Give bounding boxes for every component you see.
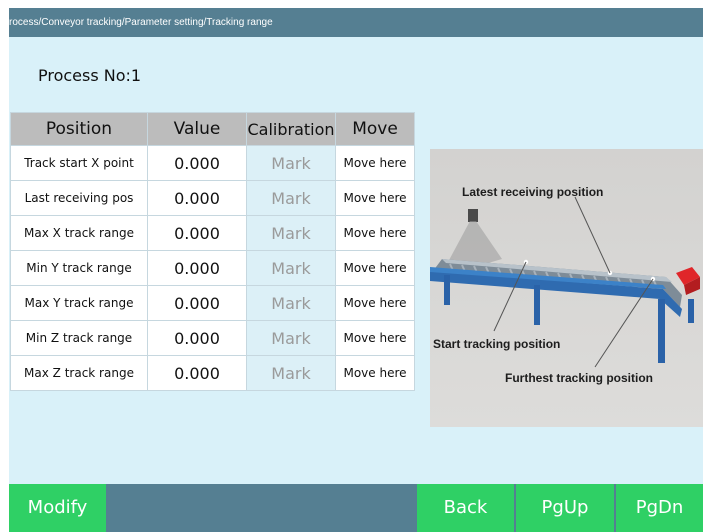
move-here-button[interactable]: Move here: [335, 215, 415, 251]
mark-button[interactable]: Mark: [246, 285, 336, 321]
table-row: Max Y track range 0.000 Mark Move here: [10, 285, 415, 321]
column-header-calibration: Calibration: [246, 112, 336, 146]
label-latest-receiving-position: Latest receiving position: [462, 185, 604, 199]
process-number-label: Process No:1: [38, 66, 142, 85]
move-here-button[interactable]: Move here: [335, 145, 415, 181]
value-field[interactable]: 0.000: [147, 215, 247, 251]
mark-button[interactable]: Mark: [246, 215, 336, 251]
value-field[interactable]: 0.000: [147, 180, 247, 216]
conveyor-tracking-illustration: Latest receiving position Start tracking…: [430, 149, 703, 427]
position-cell: Min Z track range: [10, 320, 148, 356]
modify-button[interactable]: Modify: [9, 484, 106, 532]
column-header-position: Position: [10, 112, 148, 146]
value-field[interactable]: 0.000: [147, 285, 247, 321]
table-row: Last receiving pos 0.000 Mark Move here: [10, 180, 415, 216]
move-here-button[interactable]: Move here: [335, 250, 415, 286]
mark-button[interactable]: Mark: [246, 145, 336, 181]
position-cell: Last receiving pos: [10, 180, 148, 216]
column-header-move: Move: [335, 112, 415, 146]
table-row: Max X track range 0.000 Mark Move here: [10, 215, 415, 251]
move-here-button[interactable]: Move here: [335, 355, 415, 391]
move-here-button[interactable]: Move here: [335, 180, 415, 216]
position-cell: Max Z track range: [10, 355, 148, 391]
table-row: Max Z track range 0.000 Mark Move here: [10, 355, 415, 391]
table-row: Track start X point 0.000 Mark Move here: [10, 145, 415, 181]
page-down-button[interactable]: PgDn: [616, 484, 703, 532]
label-start-tracking-position: Start tracking position: [433, 337, 561, 351]
value-field[interactable]: 0.000: [147, 320, 247, 356]
table-row: Min Z track range 0.000 Mark Move here: [10, 320, 415, 356]
table-row: Min Y track range 0.000 Mark Move here: [10, 250, 415, 286]
mark-button[interactable]: Mark: [246, 355, 336, 391]
mark-button[interactable]: Mark: [246, 320, 336, 356]
position-cell: Max X track range: [10, 215, 148, 251]
value-field[interactable]: 0.000: [147, 355, 247, 391]
move-here-button[interactable]: Move here: [335, 285, 415, 321]
value-field[interactable]: 0.000: [147, 250, 247, 286]
move-here-button[interactable]: Move here: [335, 320, 415, 356]
position-cell: Max Y track range: [10, 285, 148, 321]
value-field[interactable]: 0.000: [147, 145, 247, 181]
back-button[interactable]: Back: [417, 484, 514, 532]
tracking-range-table: Position Value Calibration Move Track st…: [10, 112, 415, 391]
position-cell: Track start X point: [10, 145, 148, 181]
label-furthest-tracking-position: Furthest tracking position: [505, 371, 654, 385]
table-header-row: Position Value Calibration Move: [10, 112, 415, 146]
mark-button[interactable]: Mark: [246, 180, 336, 216]
mark-button[interactable]: Mark: [246, 250, 336, 286]
page-up-button[interactable]: PgUp: [516, 484, 614, 532]
column-header-value: Value: [147, 112, 247, 146]
position-cell: Min Y track range: [10, 250, 148, 286]
breadcrumb: rocess/Conveyor tracking/Parameter setti…: [9, 8, 703, 37]
